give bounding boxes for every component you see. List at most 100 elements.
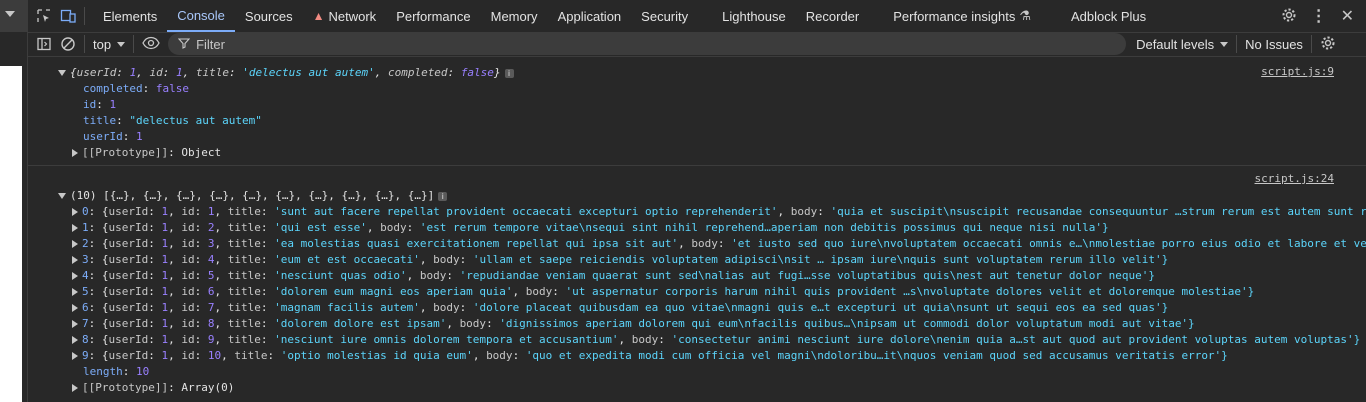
array-item-row[interactable]: 2: {userId: 1, id: 3, title: 'ea molesti…: [28, 236, 1366, 252]
expand-triangle-icon[interactable]: [58, 193, 66, 199]
punctuation: :: [267, 349, 281, 362]
property-row: completed: false: [83, 82, 189, 95]
body-value: 'ullam et saepe reiciendis voluptatem ad…: [472, 253, 1169, 266]
tab-performance-insights[interactable]: Performance insights ⚗: [883, 0, 1041, 32]
array-summary-row[interactable]: (10) [{…}, {…}, {…}, {…}, {…}, {…}, {…},…: [28, 188, 1366, 204]
tab-application[interactable]: Application: [548, 0, 632, 32]
console-settings-gear-icon[interactable]: [1320, 35, 1336, 54]
array-item-row[interactable]: 1: {userId: 1, id: 2, title: 'qui est es…: [28, 220, 1366, 236]
title-value: 'qui est esse': [274, 221, 367, 234]
key-body: body: [631, 333, 659, 346]
key-userId: userId: [108, 205, 149, 218]
divider: [133, 35, 135, 53]
key-title: title: [227, 205, 261, 218]
chevron-down-icon: [117, 41, 126, 47]
array-item-row[interactable]: 0: {userId: 1, id: 1, title: 'sunt aut f…: [28, 204, 1366, 220]
tab-memory[interactable]: Memory: [481, 0, 548, 32]
expand-triangle-icon[interactable]: [72, 320, 78, 328]
filter-input[interactable]: Filter: [168, 33, 1127, 55]
expand-triangle-icon[interactable]: [58, 70, 66, 76]
array-item-row[interactable]: 4: {userId: 1, id: 5, title: 'nesciunt q…: [28, 268, 1366, 284]
tab-lighthouse[interactable]: Lighthouse: [712, 0, 796, 32]
array-item-row[interactable]: 6: {userId: 1, id: 7, title: 'magnam fac…: [28, 300, 1366, 316]
sidebar-toggle-icon[interactable]: [36, 36, 52, 52]
title-value: 'sunt aut facere repellat provident occa…: [274, 205, 778, 218]
tab-performance[interactable]: Performance: [386, 0, 480, 32]
tab-security[interactable]: Security: [631, 0, 698, 32]
expand-triangle-icon[interactable]: [72, 149, 78, 157]
expand-triangle-icon[interactable]: [72, 208, 78, 216]
key-body: body: [790, 205, 818, 218]
key-body: body: [433, 301, 460, 314]
id-value: 8: [207, 317, 215, 330]
punctuation: : {: [88, 301, 109, 314]
expand-triangle-icon[interactable]: [72, 272, 78, 280]
context-selector[interactable]: top: [93, 37, 126, 52]
tab-elements[interactable]: Elements: [93, 0, 167, 32]
punctuation: ,: [168, 253, 182, 266]
punctuation: :: [260, 333, 275, 346]
punctuation: :: [406, 221, 420, 234]
tab-network[interactable]: ▲ Network: [303, 0, 387, 32]
expand-triangle-icon[interactable]: [72, 352, 78, 360]
tab-console[interactable]: Console: [167, 0, 235, 32]
tab-adblock-plus[interactable]: Adblock Plus: [1061, 0, 1156, 32]
devtools-tabbar: Elements Console Sources ▲ Network Perfor…: [28, 0, 1366, 33]
array-item-row[interactable]: 7: {userId: 1, id: 8, title: 'dolorem do…: [28, 316, 1366, 332]
console-message-array: script.js:24 (10) [{…}, {…}, {…}, {…}, {…: [28, 166, 1366, 396]
more-options-icon[interactable]: ⋮: [1311, 6, 1327, 26]
array-item-row[interactable]: 3: {userId: 1, id: 4, title: 'eum et est…: [28, 252, 1366, 268]
expand-triangle-icon[interactable]: [72, 224, 78, 232]
object-summary-row[interactable]: {userId: 1, id: 1, title: 'delectus aut …: [28, 65, 1366, 81]
source-link[interactable]: script.js:9: [1261, 65, 1334, 78]
punctuation: :: [459, 253, 473, 266]
expand-triangle-icon[interactable]: [72, 288, 78, 296]
key-body: body: [486, 349, 513, 362]
punctuation: :: [260, 237, 275, 250]
expand-triangle-icon[interactable]: [72, 256, 78, 264]
tab-sources[interactable]: Sources: [235, 0, 303, 32]
punctuation: ,: [168, 333, 182, 346]
gear-icon[interactable]: [1281, 7, 1297, 26]
title-value: 'dolorem eum magni eos aperiam quia': [274, 285, 513, 298]
key-id: id: [181, 221, 195, 234]
array-item-row[interactable]: 5: {userId: 1, id: 6, title: 'dolorem eu…: [28, 284, 1366, 300]
array-item-row[interactable]: 8: {userId: 1, id: 9, title: 'nesciunt i…: [28, 332, 1366, 348]
item-index: 8: [82, 333, 89, 346]
close-icon[interactable]: ✕: [1341, 6, 1354, 26]
title-value: 'magnam facilis autem': [274, 301, 420, 314]
body-value: 'repudiandae veniam quaerat sunt sed\nal…: [459, 269, 1155, 282]
punctuation: : {: [88, 349, 109, 362]
levels-label: Default levels: [1136, 36, 1215, 52]
eye-icon[interactable]: [142, 35, 160, 54]
key-title: title: [227, 237, 261, 250]
info-icon[interactable]: i: [504, 68, 514, 78]
prototype-row[interactable]: [[Prototype]]: Array(0): [28, 380, 1366, 396]
log-levels-dropdown[interactable]: Default levels: [1136, 36, 1229, 52]
device-toolbar-icon[interactable]: [60, 8, 76, 24]
key-body: body: [691, 237, 718, 250]
issues-button[interactable]: No Issues: [1245, 37, 1303, 52]
prototype-row[interactable]: [[Prototype]]: Object: [28, 145, 1366, 161]
tab-recorder[interactable]: Recorder: [796, 0, 869, 32]
chevron-down-icon: [1220, 41, 1229, 47]
array-item-row[interactable]: 9: {userId: 1, id: 10, title: 'optio mol…: [28, 348, 1366, 364]
inspect-element-icon[interactable]: [36, 8, 52, 24]
expand-triangle-icon[interactable]: [72, 240, 78, 248]
punctuation: :: [194, 237, 208, 250]
punctuation: :: [194, 301, 208, 314]
punctuation: : {: [88, 237, 109, 250]
key-userId: userId: [108, 349, 149, 362]
id-value: 2: [207, 221, 215, 234]
divider: [1236, 35, 1238, 53]
punctuation: :: [260, 269, 275, 282]
expand-triangle-icon[interactable]: [72, 384, 78, 392]
info-icon[interactable]: i: [438, 191, 448, 201]
tab-label: Application: [557, 8, 622, 24]
panel-dropdown[interactable]: [0, 0, 27, 32]
expand-triangle-icon[interactable]: [72, 336, 78, 344]
punctuation: :: [148, 269, 162, 282]
source-link[interactable]: script.js:24: [1255, 172, 1334, 185]
clear-console-icon[interactable]: [60, 36, 76, 52]
expand-triangle-icon[interactable]: [72, 304, 78, 312]
